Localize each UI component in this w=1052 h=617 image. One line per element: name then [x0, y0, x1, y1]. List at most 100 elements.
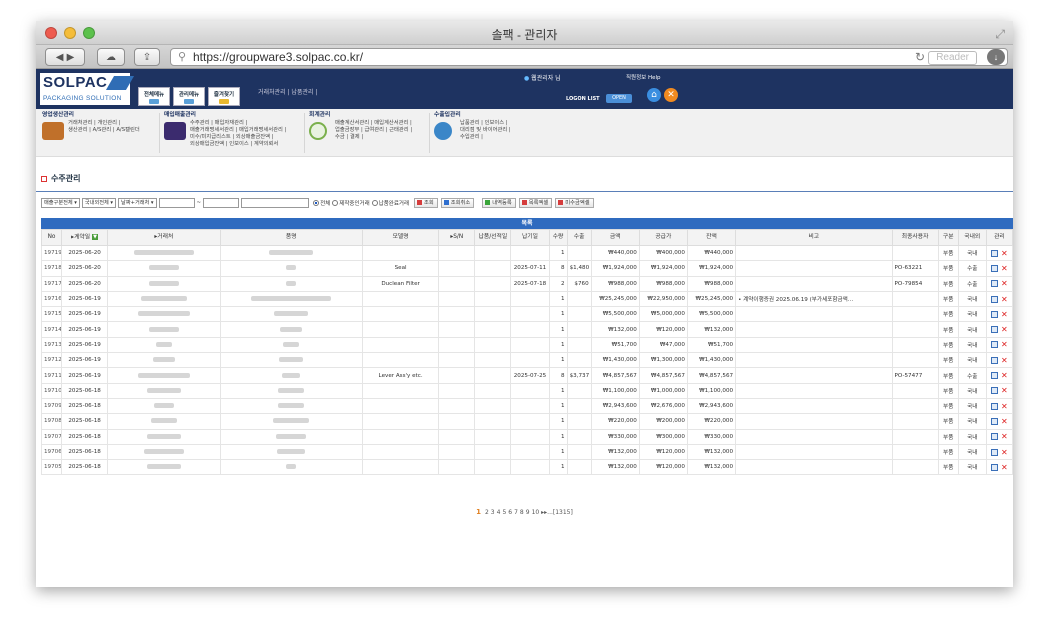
- edit-icon[interactable]: [991, 280, 999, 288]
- table-row[interactable]: 19717 2025-06-20 Duclean Filter 2025-07-18 2…: [40, 275, 1013, 292]
- table-row[interactable]: 19719 2025-06-20 1 ₩440,000 ₩400,000 ₩440,000…: [40, 244, 1013, 262]
- category-links[interactable]: 대리점 및 바이어관리 |: [460, 127, 511, 134]
- edit-icon[interactable]: [991, 326, 999, 334]
- tab-admin-menu[interactable]: 관리메뉴: [173, 87, 205, 106]
- delete-icon[interactable]: ✕: [1001, 279, 1008, 288]
- export-list-excel-button[interactable]: 목록엑셀: [518, 198, 553, 208]
- page-link[interactable]: 7: [514, 509, 518, 516]
- add-entry-button[interactable]: 내역등록: [482, 198, 516, 208]
- edit-icon[interactable]: [991, 417, 999, 425]
- page-link[interactable]: 3: [491, 509, 495, 516]
- column-header[interactable]: ▸거래처: [107, 229, 221, 246]
- region-select[interactable]: 국내외전체 ▾: [81, 198, 117, 208]
- column-header[interactable]: ▸S/N: [438, 229, 476, 246]
- category-links[interactable]: 외상매입금잔액 | 인보이스 | 계약의뢰서: [190, 141, 286, 148]
- page-link[interactable]: 2: [485, 509, 489, 516]
- edit-icon[interactable]: [991, 310, 999, 318]
- table-row[interactable]: 19715 2025-06-19 1 ₩5,500,000 ₩5,000,000 ₩5,5…: [40, 306, 1013, 323]
- page-link[interactable]: 9: [526, 509, 530, 516]
- page-link[interactable]: 10: [532, 509, 540, 516]
- radio-all[interactable]: [313, 200, 320, 206]
- header-quick-links[interactable]: 거래처관리 | 납품관리 |: [258, 87, 317, 96]
- delete-icon[interactable]: ✕: [1001, 402, 1008, 411]
- home-icon[interactable]: ⌂: [647, 88, 661, 102]
- delete-icon[interactable]: ✕: [1001, 463, 1008, 472]
- table-row[interactable]: 19706 2025-06-18 1 ₩132,000 ₩120,000 ₩132,000…: [40, 443, 1013, 461]
- edit-icon[interactable]: [991, 387, 999, 395]
- search-button[interactable]: 조회: [414, 198, 438, 208]
- category-title[interactable]: 수출입관리: [434, 112, 544, 119]
- edit-icon[interactable]: [991, 356, 999, 364]
- back-forward-buttons[interactable]: ◀ ▶: [45, 48, 85, 66]
- sales-type-select[interactable]: 매출구분전체 ▾: [41, 198, 80, 208]
- table-row[interactable]: 19710 2025-06-18 1 ₩1,100,000 ₩1,000,000 ₩1,1…: [40, 382, 1013, 399]
- table-row[interactable]: 19712 2025-06-19 1 ₩1,430,000 ₩1,300,000 ₩1,4…: [40, 352, 1013, 369]
- delete-icon[interactable]: ✕: [1001, 432, 1008, 441]
- category-links[interactable]: 거래처관리 | 개인관리 |: [68, 120, 140, 127]
- radio-in-production[interactable]: [332, 200, 339, 206]
- edit-icon[interactable]: [991, 264, 999, 272]
- delete-icon[interactable]: ✕: [1001, 386, 1008, 395]
- table-row[interactable]: 19718 2025-06-20 Seal 2025-07-11 8 $1,480 ₩1,9…: [40, 260, 1013, 277]
- page-link[interactable]: 5: [502, 509, 506, 516]
- category-links[interactable]: 수주관리 | 매입자재관리 |: [190, 120, 286, 127]
- page-link[interactable]: 8: [520, 509, 524, 516]
- edit-icon[interactable]: [991, 249, 999, 257]
- cloud-icon[interactable]: ☁: [97, 48, 125, 66]
- delete-icon[interactable]: ✕: [1001, 295, 1008, 304]
- close-icon[interactable]: ✕: [664, 88, 678, 102]
- delete-icon[interactable]: ✕: [1001, 356, 1008, 365]
- delete-icon[interactable]: ✕: [1001, 264, 1008, 273]
- category-links[interactable]: 수금 | 결제 |: [335, 134, 412, 141]
- table-row[interactable]: 19714 2025-06-19 1 ₩132,000 ₩120,000 ₩132,000…: [40, 321, 1013, 338]
- reader-button[interactable]: Reader: [928, 51, 977, 65]
- delete-icon[interactable]: ✕: [1001, 310, 1008, 319]
- delete-icon[interactable]: ✕: [1001, 417, 1008, 426]
- share-icon[interactable]: ⇪: [134, 48, 160, 66]
- category-links[interactable]: 수입관리 |: [460, 134, 511, 141]
- address-bar[interactable]: ⚲ https://groupware3.solpac.co.kr/ ↻ Rea…: [170, 48, 1008, 66]
- delete-icon[interactable]: ✕: [1001, 448, 1008, 457]
- tab-favorites[interactable]: 즐겨찾기: [208, 87, 240, 106]
- export-receivables-excel-button[interactable]: 미수금엑셀: [555, 198, 594, 208]
- tab-all-menu[interactable]: 전체메뉴: [138, 87, 170, 106]
- delete-icon[interactable]: ✕: [1001, 325, 1008, 334]
- category-links[interactable]: 미수/미지급리스트 | 외상매출금잔액 |: [190, 134, 286, 141]
- column-header[interactable]: ▸계약일 ▼: [61, 229, 109, 246]
- open-button[interactable]: OPEN: [606, 94, 632, 103]
- edit-icon[interactable]: [991, 448, 999, 456]
- category-title[interactable]: 영업생산관리: [42, 112, 160, 119]
- top-links[interactable]: 직원정보 Help: [626, 73, 661, 81]
- table-row[interactable]: 19711 2025-06-19 Lever Ass'y etc. 2025-07-2…: [40, 367, 1013, 384]
- delete-icon[interactable]: ✕: [1001, 371, 1008, 380]
- page-link[interactable]: 6: [508, 509, 512, 516]
- edit-icon[interactable]: [991, 433, 999, 441]
- keyword-input[interactable]: [241, 198, 310, 208]
- delete-icon[interactable]: ✕: [1001, 340, 1008, 349]
- edit-icon[interactable]: [991, 402, 999, 410]
- radio-delivered[interactable]: [371, 200, 378, 206]
- sort-desc-icon[interactable]: ▼: [92, 234, 99, 240]
- table-row[interactable]: 19716 2025-06-19 1 ₩25,245,000 ₩22,950,000 ₩2…: [40, 290, 1013, 308]
- table-row[interactable]: 19707 2025-06-18 1 ₩330,000 ₩300,000 ₩330,000…: [40, 428, 1013, 445]
- date-from-input[interactable]: [158, 198, 195, 208]
- edit-icon[interactable]: [991, 463, 999, 471]
- table-row[interactable]: 19713 2025-06-19 1 ₩51,700 ₩47,000 ₩51,700 부품 국…: [40, 336, 1013, 354]
- solpac-logo[interactable]: SOLPAC PACKAGING SOLUTION: [40, 73, 135, 105]
- edit-icon[interactable]: [991, 295, 999, 303]
- delete-icon[interactable]: ✕: [1001, 249, 1008, 258]
- category-links[interactable]: 납품관리 | 인보이스 |: [460, 120, 511, 127]
- page-more[interactable]: ▸▸...[1315]: [541, 509, 573, 516]
- category-links[interactable]: 매출계산서관리 | 매입계산서관리 |: [335, 120, 412, 127]
- search-type-select[interactable]: 날짜+거래처 ▾: [118, 198, 157, 208]
- date-to-input[interactable]: [203, 198, 240, 208]
- search-cancel-button[interactable]: 조회취소: [440, 198, 475, 208]
- category-title[interactable]: 회계관리: [309, 112, 429, 119]
- page-link[interactable]: 4: [497, 509, 501, 516]
- table-row[interactable]: 19705 2025-06-18 1 ₩132,000 ₩120,000 ₩132,000…: [40, 459, 1013, 476]
- fullscreen-icon[interactable]: ⤢: [995, 27, 1005, 42]
- page-current[interactable]: 1: [476, 508, 481, 516]
- table-row[interactable]: 19709 2025-06-18 1 ₩2,943,600 ₩2,676,000 ₩2,9…: [40, 397, 1013, 415]
- category-links[interactable]: 매출거래명세서관리 | 매입거래명세서관리 |: [190, 127, 286, 134]
- reload-icon[interactable]: ↻: [915, 49, 925, 65]
